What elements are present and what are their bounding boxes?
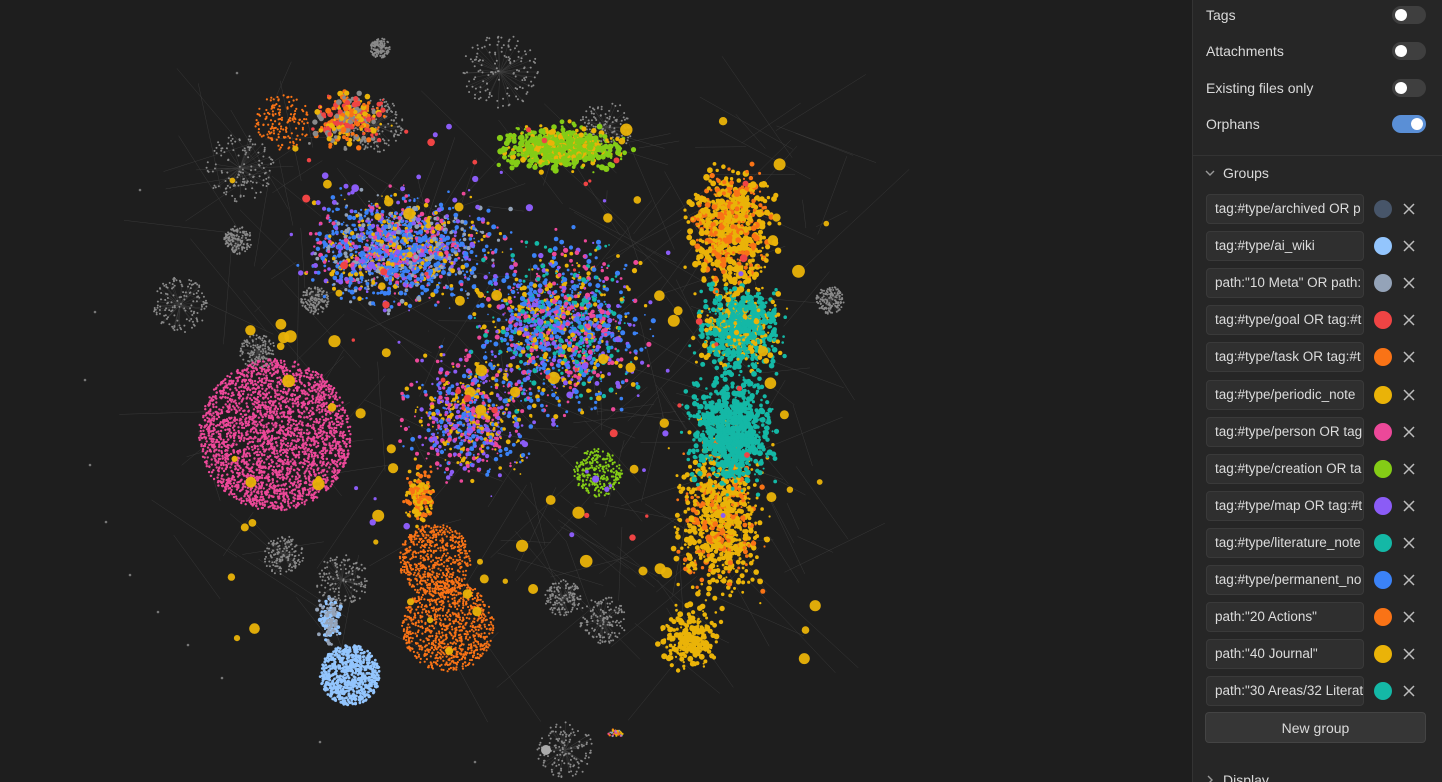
group-query-input[interactable]: tag:#type/creation OR ta — [1206, 454, 1364, 484]
group-query-input[interactable]: tag:#type/person OR tag — [1206, 417, 1364, 447]
toggle-row-attachments[interactable]: Attachments — [1206, 39, 1426, 63]
group-row: tag:#type/archived OR p — [1206, 194, 1416, 224]
toggle-label: Attachments — [1206, 43, 1284, 59]
group-query-input[interactable]: tag:#type/archived OR p — [1206, 194, 1364, 224]
group-color-swatch[interactable] — [1374, 571, 1392, 589]
toggle-row-orphans[interactable]: Orphans — [1206, 112, 1426, 136]
group-color-swatch[interactable] — [1374, 608, 1392, 626]
close-icon[interactable] — [1402, 202, 1416, 216]
group-query-input[interactable]: tag:#type/map OR tag:#t — [1206, 491, 1364, 521]
graph-view-canvas[interactable] — [0, 0, 1192, 782]
close-icon[interactable] — [1402, 684, 1416, 698]
group-color-swatch[interactable] — [1374, 386, 1392, 404]
section-divider — [1193, 155, 1442, 156]
group-row: tag:#type/literature_note — [1206, 528, 1416, 558]
groups-section-header[interactable]: Groups — [1205, 165, 1269, 181]
group-color-swatch[interactable] — [1374, 237, 1392, 255]
orphans-toggle[interactable] — [1392, 115, 1426, 133]
group-row: tag:#type/task OR tag:#t — [1206, 342, 1416, 372]
close-icon[interactable] — [1402, 573, 1416, 587]
toggle-label: Orphans — [1206, 116, 1260, 132]
group-query-input[interactable]: path:"10 Meta" OR path: — [1206, 268, 1364, 298]
group-row: path:"30 Areas/32 Literat — [1206, 676, 1416, 706]
new-group-button[interactable]: New group — [1205, 712, 1426, 743]
toggle-row-existing-files[interactable]: Existing files only — [1206, 76, 1426, 100]
group-query-input[interactable]: tag:#type/ai_wiki — [1206, 231, 1364, 261]
group-query-input[interactable]: path:"40 Journal" — [1206, 639, 1364, 669]
toggle-row-tags[interactable]: Tags — [1206, 3, 1426, 27]
close-icon[interactable] — [1402, 647, 1416, 661]
display-section-header[interactable]: Display — [1205, 772, 1269, 782]
group-query-input[interactable]: tag:#type/goal OR tag:#t — [1206, 305, 1364, 335]
close-icon[interactable] — [1402, 462, 1416, 476]
group-color-swatch[interactable] — [1374, 274, 1392, 292]
close-icon[interactable] — [1402, 276, 1416, 290]
group-color-swatch[interactable] — [1374, 311, 1392, 329]
group-color-swatch[interactable] — [1374, 460, 1392, 478]
toggle-label: Existing files only — [1206, 80, 1314, 96]
group-row: tag:#type/goal OR tag:#t — [1206, 305, 1416, 335]
close-icon[interactable] — [1402, 610, 1416, 624]
group-row: tag:#type/map OR tag:#t — [1206, 491, 1416, 521]
group-color-swatch[interactable] — [1374, 682, 1392, 700]
chevron-right-icon — [1207, 775, 1213, 782]
group-query-input[interactable]: path:"30 Areas/32 Literat — [1206, 676, 1364, 706]
attachments-toggle[interactable] — [1392, 42, 1426, 60]
group-row: tag:#type/ai_wiki — [1206, 231, 1416, 261]
group-row: path:"10 Meta" OR path: — [1206, 268, 1416, 298]
group-row: path:"40 Journal" — [1206, 639, 1416, 669]
group-row: tag:#type/creation OR ta — [1206, 454, 1416, 484]
group-query-input[interactable]: tag:#type/permanent_no — [1206, 565, 1364, 595]
group-row: tag:#type/permanent_no — [1206, 565, 1416, 595]
group-color-swatch[interactable] — [1374, 645, 1392, 663]
chevron-down-icon — [1205, 170, 1215, 176]
close-icon[interactable] — [1402, 536, 1416, 550]
tags-toggle[interactable] — [1392, 6, 1426, 24]
group-query-input[interactable]: tag:#type/task OR tag:#t — [1206, 342, 1364, 372]
group-query-input[interactable]: tag:#type/periodic_note — [1206, 380, 1364, 410]
group-color-swatch[interactable] — [1374, 200, 1392, 218]
group-query-input[interactable]: path:"20 Actions" — [1206, 602, 1364, 632]
close-icon[interactable] — [1402, 425, 1416, 439]
group-row: path:"20 Actions" — [1206, 602, 1416, 632]
graph-visualization[interactable] — [0, 0, 1192, 782]
groups-header-label: Groups — [1223, 165, 1269, 181]
toggle-label: Tags — [1206, 7, 1236, 23]
close-icon[interactable] — [1402, 350, 1416, 364]
group-row: tag:#type/person OR tag — [1206, 417, 1416, 447]
close-icon[interactable] — [1402, 239, 1416, 253]
display-header-label: Display — [1223, 772, 1269, 782]
graph-settings-panel: Tags Attachments Existing files only Orp… — [1192, 0, 1442, 782]
close-icon[interactable] — [1402, 388, 1416, 402]
group-color-swatch[interactable] — [1374, 423, 1392, 441]
close-icon[interactable] — [1402, 313, 1416, 327]
close-icon[interactable] — [1402, 499, 1416, 513]
group-color-swatch[interactable] — [1374, 534, 1392, 552]
group-color-swatch[interactable] — [1374, 348, 1392, 366]
group-row: tag:#type/periodic_note — [1206, 380, 1416, 410]
group-query-input[interactable]: tag:#type/literature_note — [1206, 528, 1364, 558]
group-color-swatch[interactable] — [1374, 497, 1392, 515]
existing-files-toggle[interactable] — [1392, 79, 1426, 97]
